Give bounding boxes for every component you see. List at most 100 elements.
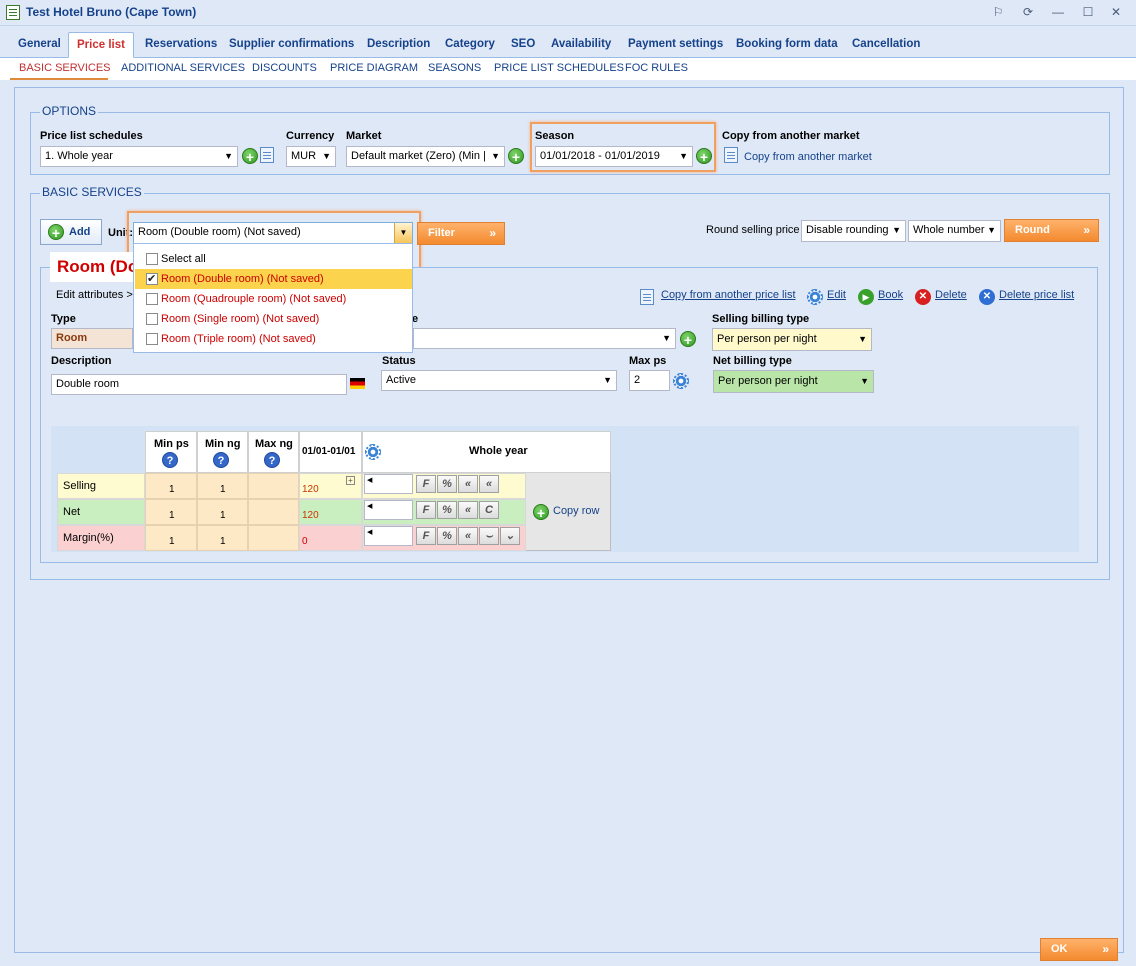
type2-select[interactable]: ▼: [413, 328, 676, 349]
price-input[interactable]: ◀: [364, 500, 413, 520]
subtab-discounts[interactable]: DISCOUNTS: [252, 62, 317, 74]
copy-market-link[interactable]: Copy from another market: [744, 151, 872, 163]
season-select[interactable]: 01/01/2018 - 01/01/2019 ▼: [535, 146, 693, 167]
price-input[interactable]: ◀: [364, 474, 413, 494]
schedules-select[interactable]: 1. Whole year ▼: [40, 146, 238, 167]
subtab-basic-services[interactable]: BASIC SERVICES: [19, 62, 111, 74]
book-link[interactable]: Book: [878, 289, 903, 301]
tab-general[interactable]: General: [10, 32, 69, 58]
filter-button[interactable]: Filter »: [417, 222, 505, 245]
subtab-price-list-schedules[interactable]: PRICE LIST SCHEDULES: [494, 62, 624, 74]
collapse-button[interactable]: ⌣: [479, 527, 499, 545]
checkbox[interactable]: [146, 313, 158, 325]
subtab-seasons[interactable]: SEASONS: [428, 62, 481, 74]
tab-supplier-confirmations[interactable]: Supplier confirmations: [221, 32, 362, 58]
price-cell[interactable]: 0: [299, 525, 362, 551]
tab-cancellation[interactable]: Cancellation: [844, 32, 928, 58]
fixed-button[interactable]: F: [416, 475, 436, 493]
checkbox[interactable]: [146, 293, 158, 305]
price-input[interactable]: ◀: [364, 526, 413, 546]
max-ng-cell[interactable]: [248, 473, 299, 499]
min-ps-cell[interactable]: 1: [145, 473, 197, 499]
unit-option[interactable]: Room (Single room) (Not saved): [135, 309, 412, 329]
tab-category[interactable]: Category: [437, 32, 503, 58]
subtab-additional-services[interactable]: ADDITIONAL SERVICES: [121, 62, 245, 74]
type-select[interactable]: Room: [51, 328, 133, 349]
add-schedule-icon[interactable]: +: [242, 148, 258, 165]
min-ng-cell[interactable]: 1: [197, 525, 248, 551]
ok-button[interactable]: OK »: [1040, 938, 1118, 961]
copy-pricelist-link[interactable]: Copy from another price list: [661, 289, 796, 301]
min-ng-cell[interactable]: 1: [197, 499, 248, 525]
tab-booking-form-data[interactable]: Booking form data: [728, 32, 846, 58]
refresh-icon[interactable]: ⟳: [1020, 5, 1036, 19]
unit-select[interactable]: Room (Double room) (Not saved): [133, 222, 413, 244]
copy-row-icon[interactable]: +: [533, 504, 549, 521]
fixed-button[interactable]: F: [416, 527, 436, 545]
select-all-option[interactable]: Select all: [135, 249, 412, 269]
help-icon[interactable]: ?: [264, 452, 280, 468]
add-type-icon[interactable]: +: [680, 331, 696, 348]
price-cell[interactable]: 120 +: [299, 473, 362, 499]
pin-icon[interactable]: ⚐: [990, 5, 1006, 19]
add-market-icon[interactable]: +: [508, 148, 524, 165]
maximize-icon[interactable]: ☐: [1080, 5, 1096, 19]
copy-all-left-button[interactable]: «: [479, 475, 499, 493]
period-gear-icon[interactable]: [365, 444, 381, 460]
net-billing-select[interactable]: Per person per night ▼: [713, 370, 874, 393]
add-button[interactable]: + Add: [40, 219, 102, 245]
copy-left-button[interactable]: «: [458, 501, 478, 519]
tab-description[interactable]: Description: [359, 32, 438, 58]
unit-option[interactable]: Room (Double room) (Not saved): [135, 269, 412, 289]
minimize-icon[interactable]: —: [1050, 5, 1066, 19]
delete-link[interactable]: Delete: [935, 289, 967, 301]
unit-option[interactable]: Room (Triple room) (Not saved): [135, 329, 412, 349]
fixed-button[interactable]: F: [416, 501, 436, 519]
status-select[interactable]: Active ▼: [381, 370, 617, 391]
number-select[interactable]: Whole number ▼: [908, 220, 1001, 242]
copy-schedule-icon[interactable]: [260, 147, 274, 163]
price-cell[interactable]: 120: [299, 499, 362, 525]
min-ps-cell[interactable]: 1: [145, 499, 197, 525]
tab-reservations[interactable]: Reservations: [137, 32, 225, 58]
help-icon[interactable]: ?: [213, 452, 229, 468]
tab-availability[interactable]: Availability: [543, 32, 619, 58]
tab-seo[interactable]: SEO: [503, 32, 543, 58]
expand-down-button[interactable]: ⌄: [500, 527, 520, 545]
max-ng-cell[interactable]: [248, 525, 299, 551]
percent-button[interactable]: %: [437, 475, 457, 493]
german-flag-icon[interactable]: [350, 378, 365, 389]
selling-billing-select[interactable]: Per person per night ▼: [712, 328, 872, 351]
expand-icon[interactable]: +: [346, 476, 355, 485]
copy-left-button[interactable]: «: [458, 475, 478, 493]
currency-select[interactable]: MUR ▼: [286, 146, 336, 167]
calculate-button[interactable]: C: [479, 501, 499, 519]
edit-attributes[interactable]: Edit attributes >: [56, 289, 133, 301]
checkbox[interactable]: [146, 253, 158, 265]
min-ng-cell[interactable]: 1: [197, 473, 248, 499]
rounding-select[interactable]: Disable rounding ▼: [801, 220, 906, 242]
checkbox[interactable]: [146, 269, 158, 289]
unit-dropdown-trigger[interactable]: ▼: [394, 223, 412, 243]
help-icon[interactable]: ?: [162, 452, 178, 468]
unit-option[interactable]: Room (Quadrouple room) (Not saved): [135, 289, 412, 309]
close-icon[interactable]: ✕: [1108, 5, 1124, 19]
tab-payment-settings[interactable]: Payment settings: [620, 32, 731, 58]
tab-price-list[interactable]: Price list: [68, 32, 134, 58]
market-select[interactable]: Default market (Zero) (Min | ▼: [346, 146, 505, 167]
description-input[interactable]: Double room: [51, 374, 347, 395]
copy-left-button[interactable]: «: [458, 527, 478, 545]
max-ng-cell[interactable]: [248, 499, 299, 525]
delete-pricelist-link[interactable]: Delete price list: [999, 289, 1074, 301]
subtab-price-diagram[interactable]: PRICE DIAGRAM: [330, 62, 418, 74]
add-season-icon[interactable]: +: [696, 148, 712, 165]
percent-button[interactable]: %: [437, 527, 457, 545]
percent-button[interactable]: %: [437, 501, 457, 519]
checkbox[interactable]: [146, 333, 158, 345]
min-ps-cell[interactable]: 1: [145, 525, 197, 551]
round-button[interactable]: Round »: [1004, 219, 1099, 242]
maxps-gear-icon[interactable]: [673, 373, 689, 389]
subtab-foc-rules[interactable]: FOC RULES: [625, 62, 688, 74]
maxps-input[interactable]: 2: [629, 370, 670, 391]
copy-row-link[interactable]: Copy row: [553, 505, 599, 517]
